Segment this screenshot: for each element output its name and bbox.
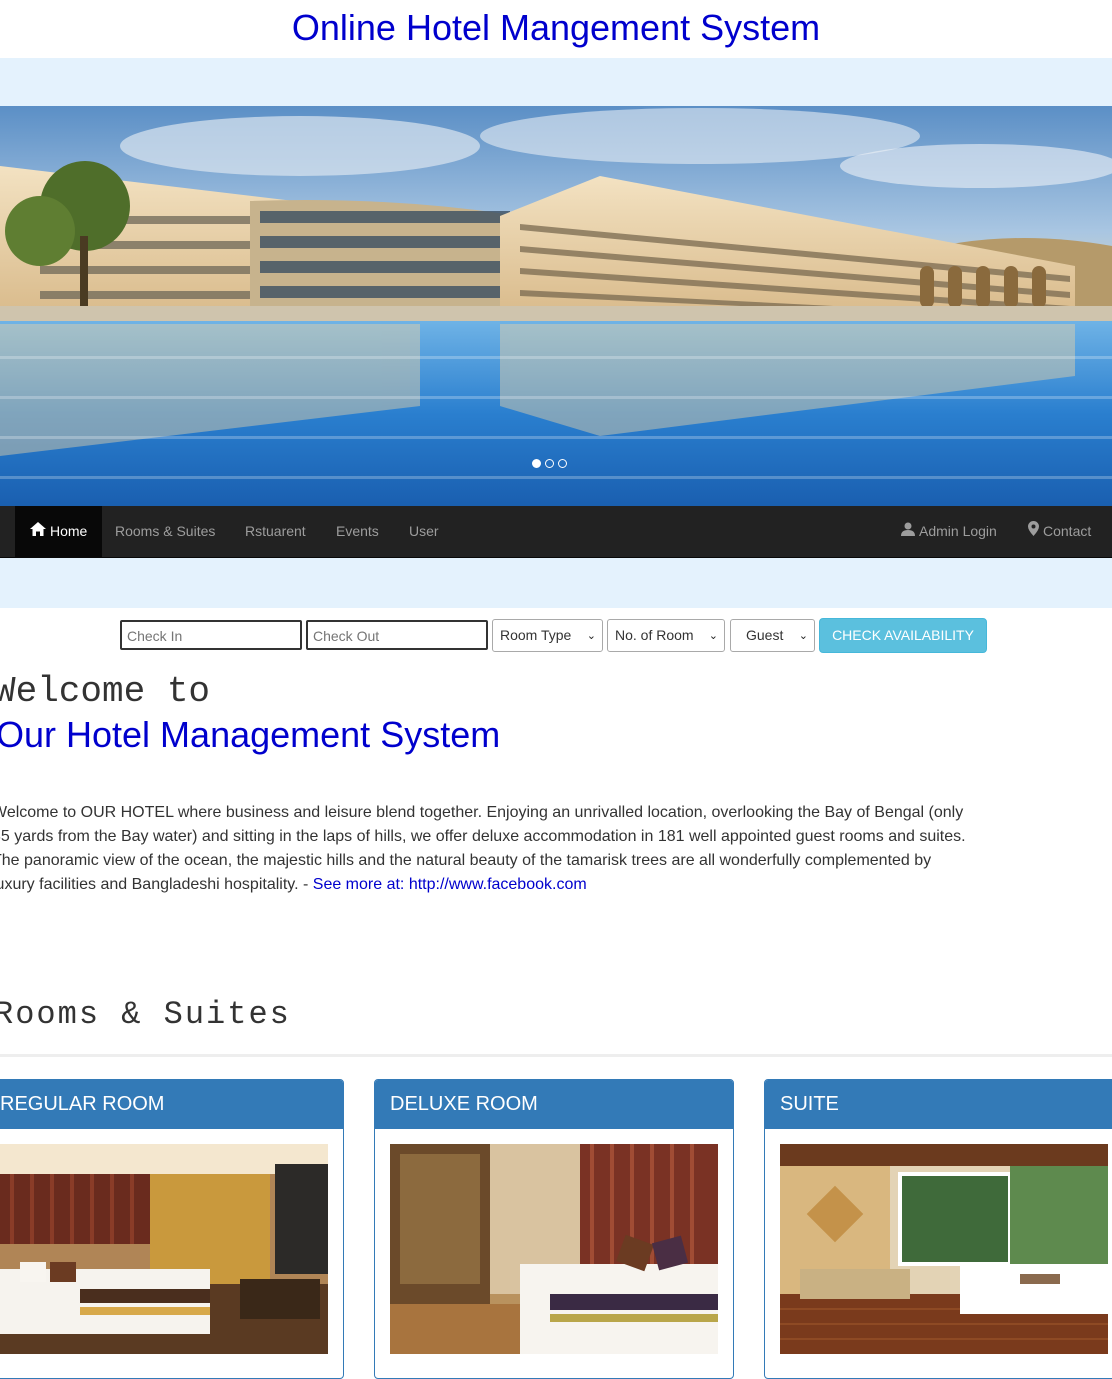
user-icon	[901, 506, 915, 557]
nav-user-label: User	[409, 523, 439, 539]
no-of-room-value: No. of Room	[615, 627, 694, 643]
hero-carousel[interactable]	[0, 106, 1112, 506]
map-marker-icon	[1028, 506, 1039, 557]
nav-home[interactable]: Home	[15, 506, 103, 557]
top-band	[0, 58, 1112, 106]
hotel-pool-image	[0, 106, 1112, 506]
nav-rooms-suites-label: Rooms & Suites	[115, 523, 216, 539]
suite-image	[780, 1144, 1108, 1354]
paragraph-line-text: luxury facilities and Bangladeshi hospit…	[0, 876, 313, 893]
nav-user[interactable]: User	[409, 506, 439, 557]
room-card-regular[interactable]: REGULAR ROOM	[0, 1079, 344, 1379]
paragraph-line: 35 yards from the Bay water) and sitting…	[0, 828, 966, 845]
guest-value: Guest	[746, 627, 784, 643]
room-card-deluxe[interactable]: DELUXE ROOM	[374, 1079, 734, 1379]
nav-home-label: Home	[50, 523, 88, 539]
regular-room-image	[0, 1144, 328, 1354]
booking-form: Check In Check Out Room Type ⌄ No. of Ro…	[0, 618, 1112, 654]
paragraph-line: luxury facilities and Bangladeshi hospit…	[0, 873, 1032, 897]
nav-contact-label: Contact	[1043, 523, 1092, 539]
welcome-paragraph: Welcome to OUR HOTEL where business and …	[0, 801, 1032, 897]
room-card-title: DELUXE ROOM	[375, 1080, 733, 1129]
nav-rooms-suites[interactable]: Rooms & Suites	[115, 506, 215, 557]
room-card-title: REGULAR ROOM	[0, 1080, 343, 1129]
deluxe-room-image	[390, 1144, 718, 1354]
nav-events[interactable]: Events	[336, 506, 379, 557]
paragraph-line: Welcome to OUR HOTEL where business and …	[0, 804, 964, 821]
check-availability-button[interactable]: CHECK AVAILABILITY	[819, 618, 987, 653]
nav-events-label: Events	[336, 523, 379, 539]
nav-contact[interactable]: Contact	[1028, 506, 1091, 557]
rooms-suites-heading: Rooms & Suites	[0, 996, 291, 1033]
see-more-link[interactable]: See more at: http://www.facebook.com	[313, 876, 587, 893]
chevron-down-icon: ⌄	[708, 630, 718, 642]
nav-admin-login[interactable]: Admin Login	[901, 506, 997, 557]
room-type-select[interactable]: Room Type ⌄	[492, 619, 603, 652]
check-out-input[interactable]: Check Out	[306, 620, 488, 650]
chevron-down-icon: ⌄	[586, 630, 596, 642]
check-in-input[interactable]: Check In	[120, 620, 302, 650]
mid-band	[0, 558, 1112, 608]
site-title: Online Hotel Mangement System	[291, 7, 821, 48]
no-of-room-select[interactable]: No. of Room ⌄	[607, 619, 725, 652]
nav-restaurant-label: Rstuarent	[245, 523, 306, 539]
guest-select[interactable]: Guest ⌄	[730, 619, 815, 652]
nav-restaurant[interactable]: Rstuarent	[245, 506, 306, 557]
main-navbar: Home Rooms & Suites Rstuarent Events Use…	[0, 506, 1112, 558]
carousel-indicator-3[interactable]	[558, 459, 567, 468]
home-icon	[30, 506, 46, 557]
room-type-value: Room Type	[500, 627, 572, 643]
nav-admin-login-label: Admin Login	[919, 523, 997, 539]
carousel-indicators	[532, 459, 567, 468]
room-card-title: SUITE	[765, 1080, 1112, 1129]
carousel-indicator-2[interactable]	[545, 459, 554, 468]
welcome-subheading: Our Hotel Management System	[0, 714, 501, 755]
carousel-indicator-1[interactable]	[532, 459, 541, 468]
chevron-down-icon: ⌄	[798, 630, 808, 642]
section-divider	[0, 1054, 1112, 1057]
welcome-heading: Welcome to	[0, 671, 211, 712]
room-card-suite[interactable]: SUITE	[764, 1079, 1112, 1379]
paragraph-line: The panoramic view of the ocean, the maj…	[0, 852, 932, 869]
